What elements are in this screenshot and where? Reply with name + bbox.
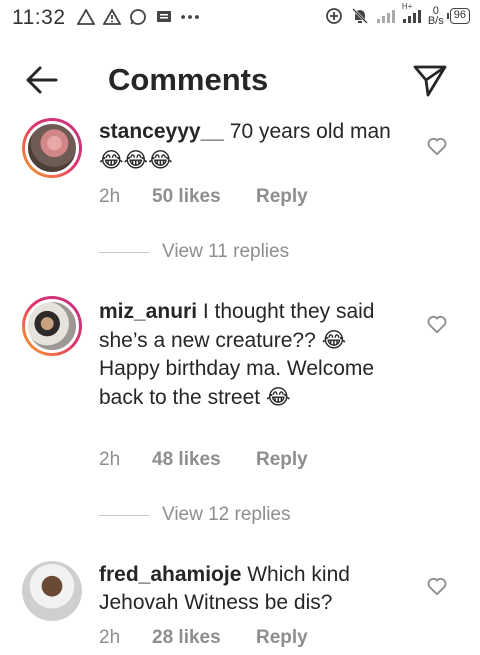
direct-message-button[interactable]	[412, 62, 448, 98]
warning-icon	[102, 7, 122, 27]
speed-unit: B/s	[427, 15, 444, 27]
avatar[interactable]	[22, 296, 82, 356]
comment-meta: 2h 28 likes Reply	[99, 627, 308, 649]
comment-body: stanceyyy__ 70 years old man 😂😂😂	[99, 118, 399, 175]
heart-icon	[427, 315, 447, 334]
view-replies-button[interactable]: View 12 replies	[99, 504, 291, 526]
like-button[interactable]	[426, 135, 448, 157]
network-type: H+	[401, 2, 413, 11]
more-notifications-icon	[180, 7, 200, 27]
back-arrow-icon	[26, 66, 58, 94]
comment-emoji: 😂	[265, 385, 291, 409]
like-button[interactable]	[426, 313, 448, 335]
like-button[interactable]	[426, 575, 448, 597]
whatsapp-icon	[128, 7, 148, 27]
divider-line	[99, 514, 149, 516]
status-time: 11:32	[12, 6, 66, 29]
comment-username[interactable]: miz_anuri	[99, 300, 197, 323]
comment-meta: 2h 50 likes Reply	[99, 186, 308, 208]
comment-text-continued: Happy birthday ma. Welcome back to the s…	[99, 357, 375, 409]
avatar[interactable]	[22, 118, 82, 178]
signal-icon	[376, 6, 396, 26]
signal-h-plus-icon: H+	[402, 2, 422, 26]
heart-icon	[427, 577, 447, 596]
back-button[interactable]	[22, 62, 62, 98]
mute-bell-icon	[350, 6, 370, 26]
comment-time: 2h	[99, 627, 121, 648]
status-bar: 11:32 H+ 0 B/s 96	[0, 0, 480, 36]
message-icon	[154, 7, 174, 27]
comment-text: 70 years old man	[223, 120, 391, 143]
network-speed: 0 B/s	[427, 6, 444, 27]
reply-button[interactable]: Reply	[256, 627, 308, 649]
page-title: Comments	[108, 62, 269, 97]
comment-time: 2h	[99, 449, 121, 470]
view-replies-label: View 12 replies	[162, 504, 291, 525]
comment-body: miz_anuri I thought they said she’s a ne…	[99, 298, 399, 412]
comment-emoji: 😂	[321, 328, 347, 352]
view-replies-button[interactable]: View 11 replies	[99, 241, 289, 263]
divider-line	[99, 251, 149, 253]
heart-icon	[427, 137, 447, 156]
battery-indicator: 96	[446, 8, 470, 24]
header: Comments	[0, 50, 480, 110]
comment-likes[interactable]: 28 likes	[152, 627, 256, 649]
alert-triangle-icon	[76, 7, 96, 27]
comment-emoji: 😂😂😂	[99, 148, 173, 172]
comment-body: fred_ahamioje Which kind Jehovah Witness…	[99, 561, 399, 617]
comment-likes[interactable]: 48 likes	[152, 449, 256, 471]
comment-meta: 2h 48 likes Reply	[99, 449, 308, 471]
reply-button[interactable]: Reply	[256, 186, 308, 208]
view-replies-label: View 11 replies	[162, 241, 290, 262]
data-saver-icon	[324, 6, 344, 26]
avatar[interactable]	[22, 561, 82, 621]
comment-username[interactable]: stanceyyy__	[99, 120, 224, 143]
comment-username[interactable]: fred_ahamioje	[99, 563, 241, 586]
comment-time: 2h	[99, 186, 121, 207]
reply-button[interactable]: Reply	[256, 449, 308, 471]
comment-likes[interactable]: 50 likes	[152, 186, 256, 208]
send-paper-plane-icon	[413, 65, 447, 97]
